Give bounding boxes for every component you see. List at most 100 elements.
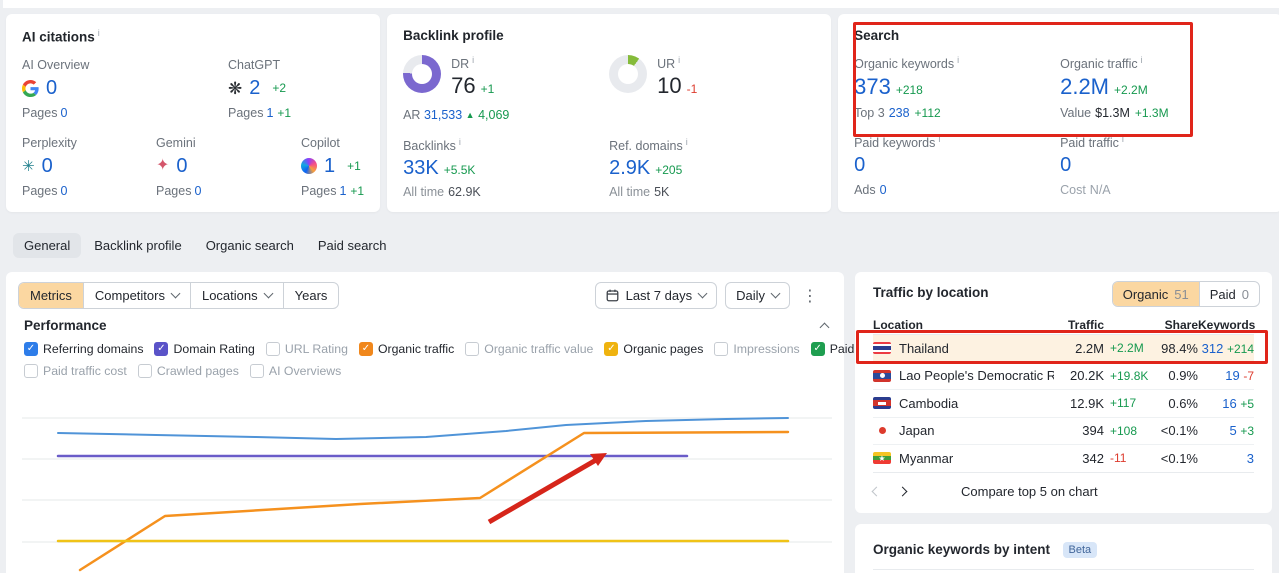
- chevron-down-icon: [770, 288, 781, 299]
- traffic-value-line: Value $1.3M +1.3M: [1060, 106, 1169, 121]
- ads-value[interactable]: 0: [880, 183, 887, 197]
- years-segment[interactable]: Years: [282, 283, 339, 308]
- traffic-value: $1.3M: [1095, 106, 1130, 121]
- performance-section-title: Performance: [24, 318, 107, 333]
- pages-value[interactable]: 0: [194, 184, 201, 198]
- prev-page-button[interactable]: [871, 486, 899, 497]
- checkbox-domain-rating[interactable]: ✓ Domain Rating: [154, 342, 255, 356]
- organic-traffic-block: Organic traffic i 2.2M +2.2M Value $1.3M +1.…: [1060, 55, 1266, 120]
- traffic-value-delta: +1.3M: [1134, 106, 1169, 121]
- backlinks-delta: +5.5K: [443, 163, 476, 178]
- tab-backlink-profile[interactable]: Backlink profile: [83, 233, 192, 258]
- compare-top5-link[interactable]: Compare top 5 on chart: [961, 484, 1098, 499]
- traffic-by-location-panel: Traffic by location Organic 51 Paid 0 Loca…: [855, 272, 1272, 513]
- competitors-segment[interactable]: Competitors: [82, 283, 190, 308]
- organic-keywords-value[interactable]: 373 +218: [854, 74, 1060, 100]
- paid-keywords-block: Paid keywords i 0 Ads 0: [854, 134, 1060, 197]
- keywords-link[interactable]: 5: [1229, 423, 1236, 438]
- toggle-paid[interactable]: Paid 0: [1198, 282, 1259, 306]
- perplexity-icon: ✳: [22, 157, 35, 175]
- keywords-link[interactable]: 16: [1222, 396, 1236, 411]
- backlink-profile-title: Backlink profile: [403, 28, 504, 43]
- paid-traffic-value[interactable]: 0: [1060, 154, 1266, 177]
- tab-paid-search[interactable]: Paid search: [307, 233, 398, 258]
- ai-overview-value: 0: [46, 76, 58, 99]
- ref-domains-block: Ref. domains i 2.9K +205 All time 5K: [609, 137, 815, 199]
- ref-domains-value[interactable]: 2.9K +205: [609, 157, 815, 180]
- checkbox-organic-traffic-value[interactable]: Organic traffic value: [465, 342, 593, 356]
- kebab-menu-icon[interactable]: ⋮: [798, 286, 822, 306]
- organic-keywords-label: Organic keywords: [854, 57, 955, 72]
- keywords-link[interactable]: 312: [1202, 341, 1224, 356]
- top3-delta: +112: [914, 106, 941, 121]
- ai-citations-title: AI citations i: [22, 28, 100, 45]
- cost-line: Cost N/A: [1060, 183, 1111, 198]
- checkbox-box: [714, 342, 729, 356]
- keywords-link[interactable]: 3: [1247, 451, 1254, 466]
- toggle-organic[interactable]: Organic 51: [1112, 282, 1199, 306]
- locations-segment[interactable]: Locations: [189, 283, 283, 308]
- pages-label: Pages: [22, 105, 58, 120]
- collapse-chevron-up-icon[interactable]: [819, 322, 830, 332]
- checkbox-impressions[interactable]: Impressions: [714, 342, 800, 356]
- copilot-delta: +1: [347, 159, 361, 173]
- table-row-myanmar[interactable]: Myanmar 342 -11 <0.1% 3: [873, 445, 1254, 473]
- table-row-japan[interactable]: Japan 394 +108 <0.1% 5 +3: [873, 418, 1254, 445]
- url-rating-block: UR i 10 -1: [609, 55, 815, 99]
- checkbox-url-rating[interactable]: URL Rating: [265, 342, 348, 356]
- info-icon[interactable]: i: [938, 134, 940, 144]
- paid-keywords-value[interactable]: 0: [854, 154, 1060, 177]
- pages-value[interactable]: 1: [266, 106, 273, 120]
- checkbox-organic-traffic[interactable]: ✓ Organic traffic: [358, 342, 454, 356]
- metric-checkboxes: ✓ Referring domains ✓ Domain Rating URL Ra…: [24, 342, 888, 386]
- keywords-link[interactable]: 19: [1225, 368, 1239, 383]
- perplexity-value: 0: [41, 154, 53, 177]
- checkbox-paid-traffic-cost[interactable]: Paid traffic cost: [24, 364, 127, 378]
- checkbox-crawled-pages[interactable]: Crawled pages: [137, 364, 239, 378]
- performance-chart: [22, 417, 832, 572]
- chatgpt-icon: ❋: [228, 78, 243, 98]
- pages-value[interactable]: 1: [339, 184, 346, 198]
- info-icon[interactable]: i: [678, 55, 680, 65]
- pages-value[interactable]: 0: [60, 184, 67, 198]
- top3-value[interactable]: 238: [889, 106, 910, 120]
- checkbox-ai-overviews[interactable]: AI Overviews: [249, 364, 341, 378]
- tab-general[interactable]: General: [13, 233, 82, 258]
- paid-keywords-label: Paid keywords: [854, 136, 936, 151]
- thailand-flag-icon: [873, 342, 891, 355]
- copilot-value: 1: [324, 154, 336, 177]
- checkbox-referring-domains[interactable]: ✓ Referring domains: [24, 342, 143, 356]
- ar-value[interactable]: 31,533: [424, 108, 462, 122]
- next-page-button[interactable]: [897, 486, 925, 497]
- table-row-thailand[interactable]: Thailand 2.2M +2.2M 98.4% 312 +214: [873, 335, 1254, 363]
- organic-traffic-value[interactable]: 2.2M +2.2M: [1060, 74, 1266, 100]
- info-icon[interactable]: i: [686, 137, 688, 147]
- ahrefs-rank-line: AR 31,533 ▲ 4,069: [403, 108, 510, 123]
- chatgpt-label: ChatGPT: [228, 57, 281, 72]
- metrics-segment[interactable]: Metrics: [19, 283, 83, 308]
- info-icon[interactable]: i: [98, 28, 100, 38]
- info-icon[interactable]: i: [957, 55, 959, 65]
- beta-badge: Beta: [1062, 542, 1098, 558]
- info-icon[interactable]: i: [1141, 55, 1143, 65]
- organic-row: Organic keywords i 373 +218 Top 3 238 +112 O…: [854, 55, 1266, 120]
- checkbox-box: ✓: [604, 342, 619, 356]
- chevron-down-icon: [170, 288, 181, 299]
- info-icon[interactable]: i: [459, 137, 461, 147]
- copilot-metric: Copilot 1 +1 Pages 1 +1: [301, 136, 364, 198]
- pages-value[interactable]: 0: [60, 106, 67, 120]
- info-icon[interactable]: i: [472, 55, 474, 65]
- japan-flag-icon: [873, 424, 891, 437]
- date-range-button[interactable]: Last 7 days: [594, 282, 718, 309]
- info-icon[interactable]: i: [1122, 134, 1124, 144]
- checkbox-organic-pages[interactable]: ✓ Organic pages: [604, 342, 703, 356]
- google-icon: [22, 79, 39, 97]
- table-row-laos[interactable]: Lao People's Democratic Reput 20.2K +19.…: [873, 363, 1254, 390]
- backlinks-value[interactable]: 33K +5.5K: [403, 157, 609, 180]
- performance-chart-area[interactable]: [6, 390, 844, 573]
- dr-label: DR: [451, 57, 470, 72]
- table-row-cambodia[interactable]: Cambodia 12.9K +117 0.6% 16 +5: [873, 390, 1254, 418]
- granularity-button[interactable]: Daily: [725, 282, 790, 309]
- tab-organic-search[interactable]: Organic search: [195, 233, 305, 258]
- dr-delta: +1: [480, 82, 495, 97]
